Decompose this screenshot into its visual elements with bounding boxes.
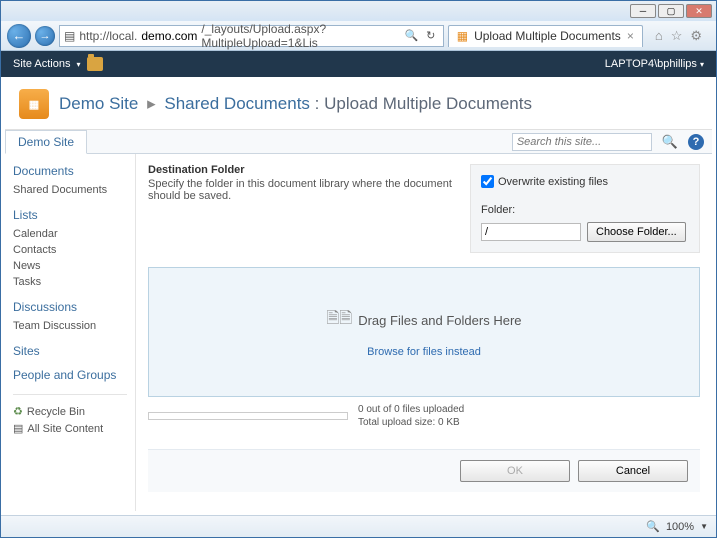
breadcrumb-site-link[interactable]: Demo Site	[59, 94, 138, 113]
ribbon-bar: Site Actions ▾ LAPTOP4\bphillips ▾	[1, 51, 716, 77]
zoom-chevron-icon[interactable]: ▼	[700, 522, 708, 531]
window-minimize-button[interactable]: ─	[630, 4, 656, 18]
dropzone-text: Drag Files and Folders Here	[358, 313, 521, 328]
nav-link[interactable]: Contacts	[13, 242, 127, 258]
url-prefix: http://local.	[79, 29, 137, 43]
cancel-button[interactable]: Cancel	[578, 460, 688, 482]
overwrite-checkbox[interactable]	[481, 175, 494, 188]
upload-progress: 0 out of 0 files uploaded Total upload s…	[148, 403, 700, 429]
refresh-icon[interactable]: ↻	[423, 28, 439, 44]
top-nav-tab[interactable]: Demo Site	[5, 130, 87, 154]
dialog-button-row: OK Cancel	[148, 449, 700, 492]
nav-heading-documents[interactable]: Documents	[13, 164, 127, 178]
files-icon: 🗎🗎	[326, 307, 352, 334]
recycle-bin-icon: ♻	[13, 405, 23, 418]
all-content-label: All Site Content	[27, 423, 103, 435]
left-navigation: Documents Shared Documents Lists Calenda…	[5, 154, 135, 511]
breadcrumb-library-link[interactable]: Shared Documents	[164, 94, 310, 113]
help-icon[interactable]: ?	[688, 134, 704, 150]
site-logo-icon: ▦	[19, 89, 49, 119]
search-input[interactable]	[512, 133, 652, 151]
back-button[interactable]: ←	[7, 24, 31, 48]
nav-link[interactable]: Team Discussion	[13, 318, 127, 334]
site-actions-label: Site Actions	[13, 58, 70, 70]
window-close-button[interactable]: ✕	[686, 4, 712, 18]
nav-heading-people[interactable]: People and Groups	[13, 368, 127, 382]
browse-files-link[interactable]: Browse for files instead	[367, 346, 481, 358]
ok-button[interactable]: OK	[460, 460, 570, 482]
browser-tab[interactable]: ▦ Upload Multiple Documents ×	[448, 25, 643, 47]
nav-link[interactable]: Tasks	[13, 274, 127, 290]
destination-folder-heading: Destination Folder	[148, 164, 452, 176]
url-suffix: /_layouts/Upload.aspx?MultipleUpload=1&L…	[201, 22, 395, 50]
nav-heading-sites[interactable]: Sites	[13, 344, 127, 358]
tab-favicon: ▦	[457, 29, 468, 43]
folder-path-input[interactable]	[481, 223, 581, 241]
forward-button[interactable]: →	[35, 26, 55, 46]
page-favicon: ▤	[64, 29, 75, 43]
breadcrumb: ▦ Demo Site ▸ Shared Documents : Upload …	[5, 77, 712, 130]
address-bar[interactable]: ▤ http://local. demo.com /_layouts/Upload.…	[59, 25, 444, 47]
destination-folder-description: Specify the folder in this document libr…	[148, 178, 452, 202]
progress-count-text: 0 out of 0 files uploaded	[358, 403, 464, 416]
user-label: LAPTOP4\bphillips	[605, 58, 697, 70]
folder-label: Folder:	[481, 204, 689, 216]
nav-heading-discussions[interactable]: Discussions	[13, 300, 127, 314]
chevron-down-icon: ▾	[700, 60, 704, 69]
chevron-down-icon: ▾	[76, 60, 80, 69]
tools-icon[interactable]: ⚙	[690, 28, 702, 44]
progress-bar	[148, 412, 348, 420]
home-icon[interactable]: ⌂	[655, 28, 663, 44]
nav-link[interactable]: Calendar	[13, 226, 127, 242]
progress-size-text: Total upload size: 0 KB	[358, 416, 464, 429]
zoom-icon[interactable]: 🔍	[646, 520, 660, 533]
breadcrumb-colon: :	[315, 94, 324, 113]
favorites-icon[interactable]: ☆	[671, 28, 683, 44]
browser-toolbar: ← → ▤ http://local. demo.com /_layouts/Upl…	[1, 21, 716, 51]
recycle-bin-label: Recycle Bin	[27, 406, 85, 418]
search-url-icon[interactable]: 🔍	[404, 28, 420, 44]
all-content-icon: ▤	[13, 422, 23, 435]
choose-folder-button[interactable]: Choose Folder...	[587, 222, 686, 242]
site-actions-menu[interactable]: Site Actions ▾	[13, 57, 103, 71]
file-dropzone[interactable]: 🗎🗎 Drag Files and Folders Here Browse fo…	[148, 267, 700, 397]
search-icon[interactable]: 🔍	[658, 134, 682, 150]
recycle-bin-link[interactable]: ♻ Recycle Bin	[13, 403, 127, 420]
window-title-bar: ─ ▢ ✕	[1, 1, 716, 21]
nav-heading-lists[interactable]: Lists	[13, 208, 127, 222]
browser-status-bar: 🔍 100% ▼	[1, 515, 716, 537]
page-title: Upload Multiple Documents	[324, 94, 532, 113]
nav-link[interactable]: News	[13, 258, 127, 274]
nav-link[interactable]: Shared Documents	[13, 182, 127, 198]
breadcrumb-separator-icon: ▸	[143, 94, 160, 113]
zoom-value: 100%	[666, 521, 694, 533]
url-domain: demo.com	[141, 29, 197, 43]
tab-title: Upload Multiple Documents	[474, 29, 621, 43]
window-maximize-button[interactable]: ▢	[658, 4, 684, 18]
all-site-content-link[interactable]: ▤ All Site Content	[13, 420, 127, 437]
tab-close-icon[interactable]: ×	[627, 29, 634, 43]
navigate-up-icon[interactable]	[87, 57, 103, 71]
user-menu[interactable]: LAPTOP4\bphillips ▾	[605, 58, 704, 70]
overwrite-label: Overwrite existing files	[498, 176, 608, 188]
options-panel: Overwrite existing files Folder: Choose …	[470, 164, 700, 253]
